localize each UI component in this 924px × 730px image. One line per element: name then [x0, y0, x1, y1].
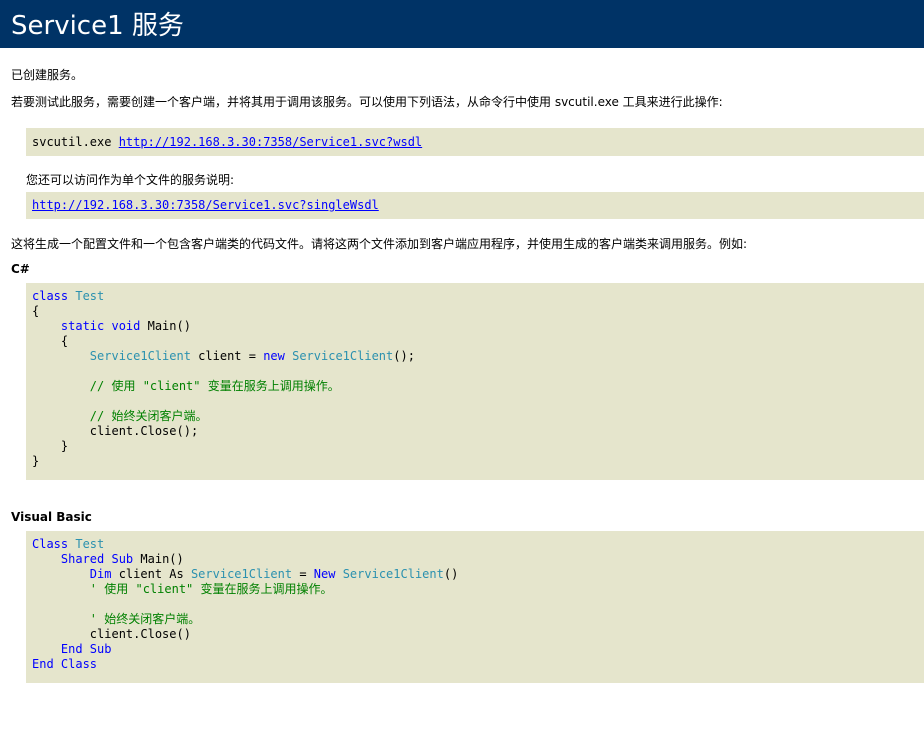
- csharp-code-token: client =: [190, 349, 264, 363]
- csharp-code-token: Service1Client: [89, 349, 191, 363]
- csharp-code-token: // 始终关闭客户端。: [89, 409, 208, 423]
- csharp-code-token: }: [32, 454, 40, 468]
- csharp-code-token: Main(): [147, 319, 191, 333]
- csharp-code-line: }: [32, 454, 415, 469]
- csharp-code-token: client.Close();: [32, 424, 199, 438]
- vb-code-token: ' 始终关闭客户端。: [89, 612, 201, 626]
- vb-code-token: Class: [32, 537, 76, 551]
- page-title: Service1 服务: [0, 0, 924, 48]
- vb-code-token: Shared Sub: [60, 552, 141, 566]
- csharp-code-token: {: [32, 304, 40, 318]
- csharp-code-line: static void Main(): [32, 319, 415, 334]
- csharp-code-token: static void: [60, 319, 148, 333]
- vb-code-token: client.Close(): [32, 627, 191, 641]
- vb-code-block: Class Test Shared Sub Main() Dim client …: [26, 531, 924, 683]
- vb-code-token: Service1Client: [342, 567, 444, 581]
- csharp-code-token: [32, 319, 61, 333]
- vb-code-line: [32, 597, 458, 612]
- vb-code-token: End Class: [32, 657, 98, 671]
- vb-code-token: =: [292, 567, 314, 581]
- vb-code-token: Service1Client: [190, 567, 293, 581]
- vb-code-line: End Sub: [32, 642, 458, 657]
- vb-code-token: Test: [75, 537, 105, 551]
- csharp-code-line: // 使用 "client" 变量在服务上调用操作。: [32, 379, 415, 394]
- vb-code-token: Dim: [89, 567, 119, 581]
- vb-code-token: (): [443, 567, 459, 581]
- csharp-code-line: client.Close();: [32, 424, 415, 439]
- csharp-code-token: }: [32, 439, 69, 453]
- vb-code-line: Class Test: [32, 537, 458, 552]
- vb-title: Visual Basic: [11, 510, 92, 524]
- csharp-code-token: class: [32, 289, 76, 303]
- vb-code-line: End Class: [32, 657, 458, 672]
- vb-code-line: Dim client As Service1Client = New Servi…: [32, 567, 459, 582]
- csharp-title: C#: [11, 262, 30, 276]
- vb-code-token: [32, 642, 61, 656]
- csharp-code-token: {: [32, 334, 69, 348]
- csharp-code-line: {: [32, 304, 415, 319]
- csharp-code-token: // 使用 "client" 变量在服务上调用操作。: [89, 379, 340, 393]
- csharp-code-block: class Test{ static void Main() { Service…: [26, 283, 924, 480]
- csharp-code-token: [32, 409, 90, 423]
- csharp-code-token: [32, 349, 90, 363]
- test-instructions-text: 若要测试此服务，需要创建一个客户端，并将其用于调用该服务。可以使用下列语法，从命…: [11, 95, 723, 109]
- vb-code-token: client As: [118, 567, 191, 581]
- csharp-code: class Test{ static void Main() { Service…: [32, 289, 415, 469]
- vb-code-line: ' 使用 "client" 变量在服务上调用操作。: [32, 582, 458, 597]
- csharp-code-line: [32, 394, 415, 409]
- vb-code-token: ' 使用 "client" 变量在服务上调用操作。: [89, 582, 333, 596]
- wsdl-link[interactable]: http://192.168.3.30:7358/Service1.svc?ws…: [119, 135, 422, 149]
- csharp-code-line: {: [32, 334, 415, 349]
- svcutil-command-box: svcutil.exe http://192.168.3.30:7358/Ser…: [26, 128, 924, 156]
- csharp-code-token: Test: [75, 289, 105, 303]
- single-file-text: 您还可以访问作为单个文件的服务说明:: [26, 173, 235, 187]
- single-wsdl-link[interactable]: http://192.168.3.30:7358/Service1.svc?si…: [32, 198, 379, 212]
- svcutil-command-line: svcutil.exe http://192.168.3.30:7358/Ser…: [32, 135, 422, 149]
- vb-code-line: Shared Sub Main(): [32, 552, 458, 567]
- csharp-code-token: [32, 379, 90, 393]
- service-created-text: 已创建服务。: [11, 68, 84, 82]
- vb-code-line: ' 始终关闭客户端。: [32, 612, 458, 627]
- csharp-code-line: [32, 364, 415, 379]
- vb-code-token: [32, 582, 90, 596]
- csharp-code-line: Service1Client client = new Service1Clie…: [32, 349, 415, 364]
- svcutil-command: svcutil.exe: [32, 135, 119, 149]
- generate-instructions-text: 这将生成一个配置文件和一个包含客户端类的代码文件。请将这两个文件添加到客户端应用…: [11, 237, 748, 251]
- csharp-code-token: ();: [393, 349, 415, 363]
- csharp-code-token: new: [263, 349, 293, 363]
- vb-code-line: client.Close(): [32, 627, 458, 642]
- csharp-code-token: Service1Client: [292, 349, 394, 363]
- vb-code-token: [32, 612, 90, 626]
- csharp-code-line: class Test: [32, 289, 415, 304]
- vb-code-token: New: [313, 567, 343, 581]
- vb-code: Class Test Shared Sub Main() Dim client …: [32, 537, 458, 672]
- vb-code-token: Main(): [140, 552, 184, 566]
- vb-code-token: End Sub: [60, 642, 112, 656]
- vb-code-token: [32, 552, 61, 566]
- single-wsdl-box: http://192.168.3.30:7358/Service1.svc?si…: [26, 192, 924, 219]
- csharp-code-line: // 始终关闭客户端。: [32, 409, 415, 424]
- vb-code-token: [32, 567, 90, 581]
- csharp-code-line: }: [32, 439, 415, 454]
